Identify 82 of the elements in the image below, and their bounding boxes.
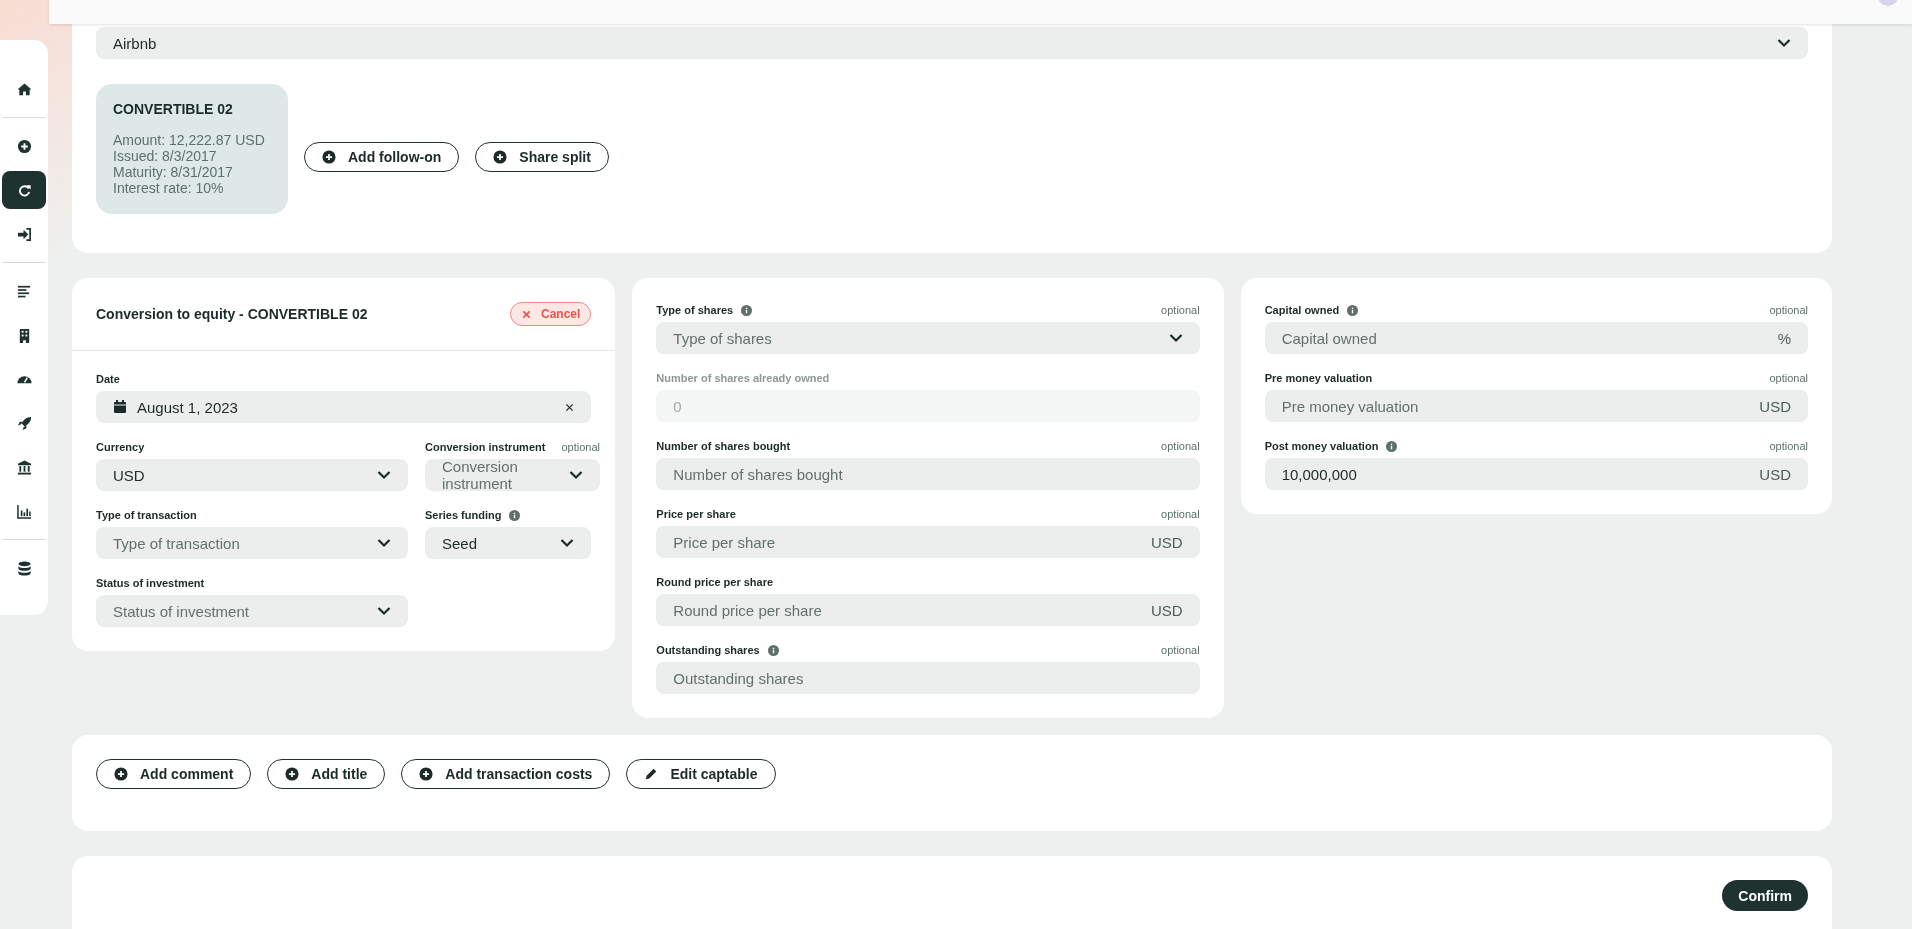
field-label: Pre money valuation xyxy=(1264,372,1373,384)
close-icon[interactable] xyxy=(565,402,575,412)
optional-hint: optional xyxy=(1161,304,1200,316)
action-button[interactable]: Share split xyxy=(475,142,609,172)
database-icon xyxy=(16,560,32,576)
sidebar-button[interactable] xyxy=(2,171,46,209)
dropdown-field[interactable]: Type of shares xyxy=(656,322,1200,354)
field-label: Status of investment xyxy=(96,577,205,589)
optional-hint: optional xyxy=(1161,440,1200,452)
instrument-detail: Maturity: 8/31/2017 xyxy=(113,164,234,180)
dropdown-field[interactable]: Airbnb xyxy=(96,27,1808,59)
optional-hint: optional xyxy=(1161,644,1200,656)
field-label: Number of shares already owned xyxy=(656,372,830,384)
pencil-icon xyxy=(644,767,659,781)
close-icon xyxy=(521,309,531,319)
confirm-button[interactable]: Confirm xyxy=(1722,880,1808,911)
field-label: Series funding xyxy=(425,509,502,521)
input-field[interactable]: Capital owned % xyxy=(1264,322,1808,354)
field-label: Outstanding shares xyxy=(656,644,760,656)
action-button[interactable]: Add transaction costs xyxy=(401,759,611,789)
home-icon xyxy=(16,81,32,97)
chevron-down-icon xyxy=(560,538,575,548)
field-label: Type of transaction xyxy=(96,509,197,521)
instrument-detail: Issued: 8/3/2017 xyxy=(113,148,218,164)
field-label: Currency xyxy=(96,441,145,453)
input-field[interactable]: Pre money valuation USD xyxy=(1264,390,1808,422)
optional-hint: optional xyxy=(1769,304,1808,316)
date-field[interactable]: August 1, 2023 xyxy=(96,391,592,423)
action-button[interactable]: Add comment xyxy=(96,759,252,789)
input-field[interactable]: 10,000,000 USD xyxy=(1264,458,1808,490)
action-button[interactable]: Edit captable xyxy=(626,759,776,789)
field-label: Post money valuation xyxy=(1264,440,1379,452)
chevron-down-icon xyxy=(568,470,583,480)
input-field[interactable]: Outstanding shares xyxy=(656,662,1200,694)
chevron-down-icon xyxy=(1168,333,1183,343)
optional-hint: optional xyxy=(1769,440,1808,452)
plus-circle-icon xyxy=(419,767,434,781)
field-label: Conversion instrument xyxy=(425,441,546,453)
dropdown-field[interactable]: Type of transaction xyxy=(96,527,408,559)
plus-circle-icon xyxy=(285,767,300,781)
instrument-detail: Interest rate: 10% xyxy=(113,180,225,196)
chart-icon xyxy=(16,503,32,519)
field-label: Number of shares bought xyxy=(656,440,791,452)
field-label: Round price per share xyxy=(656,576,774,588)
dropdown-field[interactable]: Seed xyxy=(425,527,592,559)
optional-hint: optional xyxy=(1769,372,1808,384)
unit-label: USD xyxy=(1759,465,1791,483)
rocket-icon xyxy=(16,415,32,431)
optional-hint: optional xyxy=(561,441,600,453)
field-label: Type of shares xyxy=(656,304,734,316)
plus-circle-icon xyxy=(322,150,336,164)
unit-label: USD xyxy=(1151,601,1183,619)
card-title: Conversion to equity - CONVERTIBLE 02 xyxy=(96,306,368,322)
optional-hint: optional xyxy=(1161,508,1200,520)
dropdown-field[interactable]: Status of investment xyxy=(96,595,408,627)
plus-circle-icon xyxy=(16,138,32,154)
instrument-title: CONVERTIBLE 02 xyxy=(113,101,234,117)
instrument-detail: Amount: 12,222.87 USD xyxy=(113,132,266,148)
field-label: Capital owned xyxy=(1264,304,1340,316)
calendar-icon xyxy=(113,400,127,414)
chevron-down-icon xyxy=(377,470,391,480)
chevron-down-icon xyxy=(1777,38,1791,48)
unit-label: % xyxy=(1777,329,1791,347)
field-label: Price per share xyxy=(656,508,736,520)
chevron-down-icon xyxy=(377,538,391,548)
sign-in-icon xyxy=(16,226,32,242)
plus-circle-icon xyxy=(114,767,128,781)
input-field[interactable]: Round price per share USD xyxy=(656,594,1200,626)
field-label: Date xyxy=(96,373,120,385)
unit-label: USD xyxy=(1151,533,1183,551)
action-button[interactable]: Add title xyxy=(267,759,386,789)
chevron-down-icon xyxy=(377,606,391,616)
bank-icon xyxy=(16,459,32,475)
dropdown-field[interactable]: USD xyxy=(96,459,408,491)
unit-label: USD xyxy=(1759,397,1791,415)
refresh-icon xyxy=(16,182,32,198)
action-button[interactable]: Add follow-on xyxy=(304,142,460,172)
list-icon xyxy=(16,283,32,299)
dropdown-field[interactable]: Conversion instrument xyxy=(425,459,600,491)
input-field[interactable]: Price per share USD xyxy=(656,526,1200,558)
input-field[interactable]: Number of shares bought xyxy=(656,458,1200,490)
plus-circle-icon xyxy=(493,150,508,164)
